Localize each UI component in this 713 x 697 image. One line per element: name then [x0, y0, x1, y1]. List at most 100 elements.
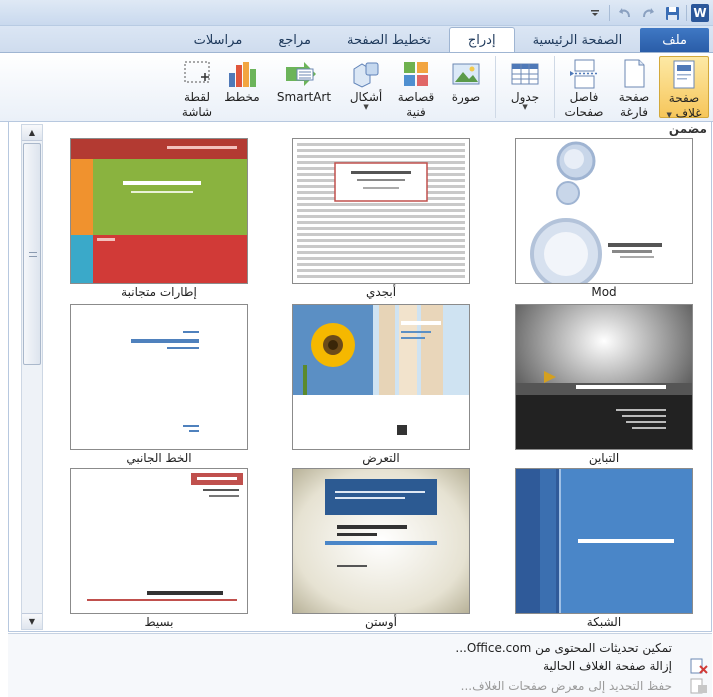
table-button[interactable]: جدول ▼	[500, 56, 550, 118]
gallery-menu: تمكين تحديثات المحتوى من Office.com... إ…	[8, 633, 712, 697]
blank-page-label-2: فارغة	[620, 105, 648, 119]
cover-template-contrast[interactable]: التباين	[515, 304, 693, 472]
cover-page-label-2: غلاف ▼	[666, 106, 702, 120]
cover-template-alphabet[interactable]: أبجدي	[292, 138, 470, 306]
chart-label: مخطط	[224, 90, 260, 104]
grip-icon	[29, 252, 37, 257]
word-app-icon[interactable]: W	[691, 4, 709, 22]
quick-access-toolbar: W	[585, 2, 713, 24]
redo-icon[interactable]	[638, 3, 658, 23]
page-break-label: فاصل	[569, 90, 599, 104]
ribbon-group-separator	[495, 56, 496, 118]
cover-template-simple[interactable]: بسيط	[70, 468, 248, 636]
page-break-icon	[568, 59, 600, 89]
ribbon-insert: صفحة غلاف ▼ صفحة فارغة فاصل صفحات جدول ▼…	[0, 52, 713, 122]
picture-label: صورة	[451, 90, 481, 104]
tab-mailings[interactable]: مراسلات	[176, 28, 261, 52]
template-thumbnail	[292, 304, 470, 450]
smartart-label: SmartArt	[276, 90, 332, 104]
template-thumbnail	[292, 468, 470, 614]
ribbon-tab-bar: ملف الصفحة الرئيسية إدراج تخطيط الصفحة م…	[0, 26, 713, 52]
scroll-up-button[interactable]: ▲	[22, 125, 42, 141]
template-caption: أبجدي	[365, 285, 397, 299]
cover-template-mod[interactable]: Mod	[515, 138, 693, 306]
screenshot-label-2: شاشة	[181, 105, 213, 119]
menu-item-label: تمكين تحديثات المحتوى من Office.com...	[455, 641, 672, 655]
template-thumbnail	[70, 304, 248, 450]
blank-page-label: صفحة	[618, 90, 650, 104]
template-caption: Mod	[591, 285, 617, 299]
cover-page-label: صفحة	[668, 91, 700, 105]
save-selection-to-gallery-item[interactable]: حفظ التحديد إلى معرض صفحات الغلاف...	[72, 676, 672, 696]
picture-icon	[450, 59, 482, 89]
arrow-up-icon: ▲	[28, 128, 36, 137]
menu-item-label: حفظ التحديد إلى معرض صفحات الغلاف...	[460, 679, 672, 693]
template-thumbnail	[515, 304, 693, 450]
cover-template-sideline[interactable]: الخط الجانبي	[70, 304, 248, 472]
template-caption: التعرض	[362, 451, 400, 465]
title-bar: W	[0, 0, 713, 26]
clip-art-button[interactable]: قصاصة فنية	[391, 56, 441, 119]
remove-cover-page-item[interactable]: إزالة صفحة الغلاف الحالية	[72, 656, 672, 676]
cover-page-icon	[668, 60, 700, 90]
qat-separator	[686, 5, 687, 21]
template-thumbnail	[292, 138, 470, 284]
tab-insert[interactable]: إدراج	[448, 27, 515, 52]
scroll-thumb[interactable]	[23, 143, 41, 365]
gallery-section-title: مضمن	[668, 122, 707, 136]
template-caption: إطارات متجانبة	[121, 285, 197, 299]
smartart-button[interactable]: SmartArt	[267, 56, 341, 118]
scroll-down-button[interactable]: ▼	[22, 613, 42, 629]
tab-file[interactable]: ملف	[640, 28, 709, 52]
screenshot-button[interactable]: لقطة شاشة	[177, 56, 217, 119]
screenshot-icon	[181, 59, 213, 89]
template-thumbnail	[70, 468, 248, 614]
cover-template-exposure[interactable]: التعرض	[292, 304, 470, 472]
template-thumbnail	[70, 138, 248, 284]
dropdown-caret-icon: ▼	[363, 103, 369, 111]
gallery-scrollbar[interactable]: ▲ ▼	[21, 124, 43, 630]
arrow-down-icon: ▼	[28, 617, 36, 626]
ribbon-group-separator	[554, 56, 555, 118]
table-icon	[509, 59, 541, 89]
qat-separator	[609, 5, 610, 21]
menu-item-label: إزالة صفحة الغلاف الحالية	[543, 659, 672, 673]
clip-art-icon	[400, 59, 432, 89]
tab-references[interactable]: مراجع	[260, 28, 329, 52]
cover-page-button[interactable]: صفحة غلاف ▼	[659, 56, 709, 120]
template-caption: الشبكة	[586, 615, 622, 629]
cover-template-tiles[interactable]: إطارات متجانبة	[70, 138, 248, 306]
page-break-label-2: صفحات	[564, 105, 604, 119]
tab-home[interactable]: الصفحة الرئيسية	[515, 28, 641, 52]
cover-template-austin[interactable]: أوستن	[292, 468, 470, 636]
cover-template-grid[interactable]: الشبكة	[515, 468, 693, 636]
customize-qat-icon[interactable]	[585, 3, 605, 23]
chart-button[interactable]: مخطط	[217, 56, 267, 118]
clip-art-label: قصاصة	[397, 90, 435, 104]
blank-page-icon	[618, 59, 650, 89]
smartart-icon	[286, 59, 320, 89]
bar-chart-icon	[226, 59, 258, 89]
enable-office-updates-item[interactable]: تمكين تحديثات المحتوى من Office.com...	[72, 638, 672, 658]
shapes-icon	[350, 59, 382, 89]
template-thumbnail	[515, 468, 693, 614]
undo-icon[interactable]	[614, 3, 634, 23]
page-break-button[interactable]: فاصل صفحات	[559, 56, 609, 119]
save-to-gallery-icon	[690, 678, 708, 694]
blank-page-button[interactable]: صفحة فارغة	[609, 56, 659, 119]
tab-page-layout[interactable]: تخطيط الصفحة	[329, 28, 449, 52]
template-caption: أوستن	[365, 615, 397, 629]
clip-art-label-2: فنية	[406, 105, 426, 119]
save-icon[interactable]	[662, 3, 682, 23]
template-caption: الخط الجانبي	[126, 451, 192, 465]
shapes-button[interactable]: أشكال ▼	[341, 56, 391, 118]
screenshot-label: لقطة	[184, 90, 211, 104]
cover-page-gallery: مضمن ▲ ▼ Mod أبجدي إطارات متجانبة التباي…	[8, 122, 712, 632]
template-caption: بسيط	[144, 615, 174, 629]
dropdown-caret-icon: ▼	[522, 103, 528, 111]
remove-cover-icon	[690, 658, 708, 674]
dropdown-caret-icon: ▼	[666, 111, 672, 119]
picture-button[interactable]: صورة	[441, 56, 491, 118]
template-thumbnail	[515, 138, 693, 284]
template-caption: التباين	[588, 451, 620, 465]
